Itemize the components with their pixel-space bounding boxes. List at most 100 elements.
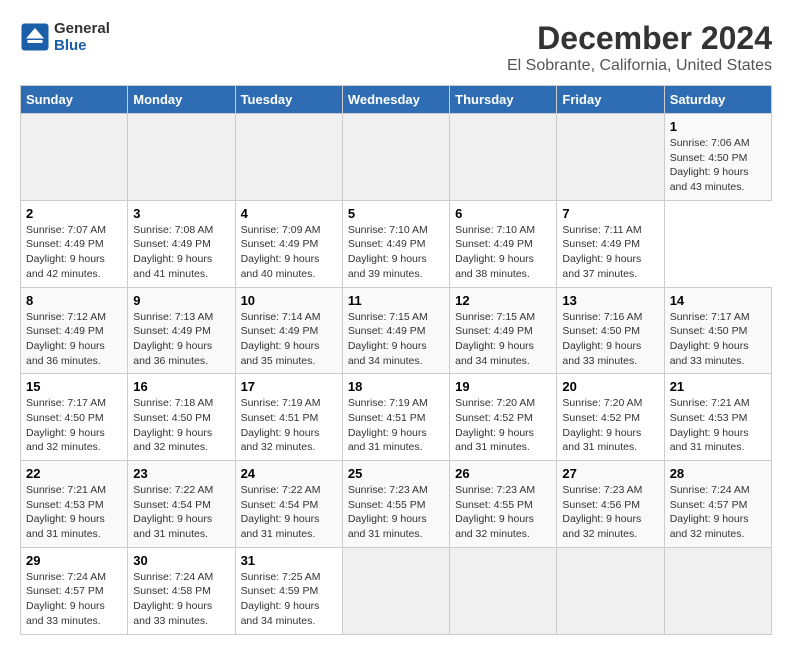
header-cell-thursday: Thursday xyxy=(450,86,557,114)
day-number: 3 xyxy=(133,206,229,221)
header: General Blue December 2024 El Sobrante, … xyxy=(20,20,772,75)
day-sunset: Sunset: 4:49 PM xyxy=(133,238,211,250)
day-number: 24 xyxy=(241,466,337,481)
calendar-day-cell: 3 Sunrise: 7:08 AM Sunset: 4:49 PM Dayli… xyxy=(128,200,235,287)
day-number: 27 xyxy=(562,466,658,481)
calendar-day-cell: 15 Sunrise: 7:17 AM Sunset: 4:50 PM Dayl… xyxy=(21,374,128,461)
day-daylight: Daylight: 9 hours and 31 minutes. xyxy=(133,513,212,540)
day-sunset: Sunset: 4:49 PM xyxy=(455,238,533,250)
day-sunset: Sunset: 4:49 PM xyxy=(26,325,104,337)
day-number: 31 xyxy=(241,553,337,568)
day-daylight: Daylight: 9 hours and 34 minutes. xyxy=(455,340,534,367)
day-daylight: Daylight: 9 hours and 31 minutes. xyxy=(348,427,427,454)
day-daylight: Daylight: 9 hours and 34 minutes. xyxy=(241,600,320,627)
calendar-day-cell: 25 Sunrise: 7:23 AM Sunset: 4:55 PM Dayl… xyxy=(342,461,449,548)
calendar-day-cell: 22 Sunrise: 7:21 AM Sunset: 4:53 PM Dayl… xyxy=(21,461,128,548)
day-number: 9 xyxy=(133,293,229,308)
day-daylight: Daylight: 9 hours and 31 minutes. xyxy=(562,427,641,454)
day-sunset: Sunset: 4:51 PM xyxy=(348,412,426,424)
day-sunset: Sunset: 4:49 PM xyxy=(455,325,533,337)
day-daylight: Daylight: 9 hours and 35 minutes. xyxy=(241,340,320,367)
day-sunset: Sunset: 4:53 PM xyxy=(26,499,104,511)
day-sunrise: Sunrise: 7:20 AM xyxy=(562,397,642,409)
day-sunset: Sunset: 4:52 PM xyxy=(562,412,640,424)
day-sunrise: Sunrise: 7:18 AM xyxy=(133,397,213,409)
day-sunrise: Sunrise: 7:24 AM xyxy=(670,484,750,496)
header-cell-friday: Friday xyxy=(557,86,664,114)
logo-icon xyxy=(20,22,50,52)
day-sunset: Sunset: 4:56 PM xyxy=(562,499,640,511)
day-number: 17 xyxy=(241,379,337,394)
day-sunrise: Sunrise: 7:24 AM xyxy=(133,571,213,583)
calendar-day-cell xyxy=(450,114,557,201)
day-sunrise: Sunrise: 7:15 AM xyxy=(348,311,428,323)
day-number: 13 xyxy=(562,293,658,308)
calendar-day-cell: 20 Sunrise: 7:20 AM Sunset: 4:52 PM Dayl… xyxy=(557,374,664,461)
calendar-day-cell: 16 Sunrise: 7:18 AM Sunset: 4:50 PM Dayl… xyxy=(128,374,235,461)
day-number: 28 xyxy=(670,466,766,481)
day-daylight: Daylight: 9 hours and 42 minutes. xyxy=(26,253,105,280)
day-sunset: Sunset: 4:49 PM xyxy=(348,325,426,337)
calendar-day-cell xyxy=(342,114,449,201)
calendar-day-cell: 13 Sunrise: 7:16 AM Sunset: 4:50 PM Dayl… xyxy=(557,287,664,374)
day-number: 23 xyxy=(133,466,229,481)
day-sunset: Sunset: 4:51 PM xyxy=(241,412,319,424)
day-sunset: Sunset: 4:50 PM xyxy=(670,325,748,337)
day-number: 8 xyxy=(26,293,122,308)
day-number: 16 xyxy=(133,379,229,394)
day-sunset: Sunset: 4:58 PM xyxy=(133,585,211,597)
day-number: 30 xyxy=(133,553,229,568)
day-sunrise: Sunrise: 7:09 AM xyxy=(241,224,321,236)
day-number: 2 xyxy=(26,206,122,221)
calendar-day-cell xyxy=(128,114,235,201)
day-sunrise: Sunrise: 7:21 AM xyxy=(670,397,750,409)
calendar-day-cell: 10 Sunrise: 7:14 AM Sunset: 4:49 PM Dayl… xyxy=(235,287,342,374)
calendar-day-cell: 27 Sunrise: 7:23 AM Sunset: 4:56 PM Dayl… xyxy=(557,461,664,548)
day-daylight: Daylight: 9 hours and 32 minutes. xyxy=(241,427,320,454)
day-sunset: Sunset: 4:54 PM xyxy=(241,499,319,511)
day-sunset: Sunset: 4:50 PM xyxy=(670,152,748,164)
calendar-day-cell: 9 Sunrise: 7:13 AM Sunset: 4:49 PM Dayli… xyxy=(128,287,235,374)
day-daylight: Daylight: 9 hours and 31 minutes. xyxy=(670,427,749,454)
day-number: 25 xyxy=(348,466,444,481)
day-daylight: Daylight: 9 hours and 36 minutes. xyxy=(26,340,105,367)
day-sunrise: Sunrise: 7:20 AM xyxy=(455,397,535,409)
calendar-day-cell xyxy=(450,547,557,634)
day-daylight: Daylight: 9 hours and 36 minutes. xyxy=(133,340,212,367)
day-number: 14 xyxy=(670,293,766,308)
calendar-day-cell: 12 Sunrise: 7:15 AM Sunset: 4:49 PM Dayl… xyxy=(450,287,557,374)
day-sunrise: Sunrise: 7:16 AM xyxy=(562,311,642,323)
day-number: 29 xyxy=(26,553,122,568)
calendar-day-cell: 29 Sunrise: 7:24 AM Sunset: 4:57 PM Dayl… xyxy=(21,547,128,634)
calendar-week-row: 15 Sunrise: 7:17 AM Sunset: 4:50 PM Dayl… xyxy=(21,374,772,461)
subtitle: El Sobrante, California, United States xyxy=(507,57,772,75)
calendar-day-cell xyxy=(21,114,128,201)
day-daylight: Daylight: 9 hours and 37 minutes. xyxy=(562,253,641,280)
main-title: December 2024 xyxy=(507,20,772,57)
header-cell-monday: Monday xyxy=(128,86,235,114)
day-sunrise: Sunrise: 7:23 AM xyxy=(562,484,642,496)
day-daylight: Daylight: 9 hours and 43 minutes. xyxy=(670,166,749,193)
title-section: December 2024 El Sobrante, California, U… xyxy=(507,20,772,75)
day-number: 6 xyxy=(455,206,551,221)
calendar-day-cell: 24 Sunrise: 7:22 AM Sunset: 4:54 PM Dayl… xyxy=(235,461,342,548)
day-sunrise: Sunrise: 7:19 AM xyxy=(348,397,428,409)
calendar-day-cell xyxy=(664,547,771,634)
day-sunset: Sunset: 4:50 PM xyxy=(26,412,104,424)
calendar-day-cell: 28 Sunrise: 7:24 AM Sunset: 4:57 PM Dayl… xyxy=(664,461,771,548)
day-daylight: Daylight: 9 hours and 31 minutes. xyxy=(26,513,105,540)
day-number: 12 xyxy=(455,293,551,308)
calendar-table: SundayMondayTuesdayWednesdayThursdayFrid… xyxy=(20,85,772,635)
day-sunrise: Sunrise: 7:13 AM xyxy=(133,311,213,323)
day-sunrise: Sunrise: 7:24 AM xyxy=(26,571,106,583)
day-daylight: Daylight: 9 hours and 33 minutes. xyxy=(133,600,212,627)
day-number: 4 xyxy=(241,206,337,221)
day-sunrise: Sunrise: 7:10 AM xyxy=(455,224,535,236)
logo: General Blue xyxy=(20,20,110,54)
logo-text: General Blue xyxy=(54,20,110,54)
day-sunrise: Sunrise: 7:17 AM xyxy=(670,311,750,323)
day-daylight: Daylight: 9 hours and 41 minutes. xyxy=(133,253,212,280)
calendar-day-cell: 26 Sunrise: 7:23 AM Sunset: 4:55 PM Dayl… xyxy=(450,461,557,548)
day-daylight: Daylight: 9 hours and 33 minutes. xyxy=(670,340,749,367)
calendar-day-cell: 23 Sunrise: 7:22 AM Sunset: 4:54 PM Dayl… xyxy=(128,461,235,548)
